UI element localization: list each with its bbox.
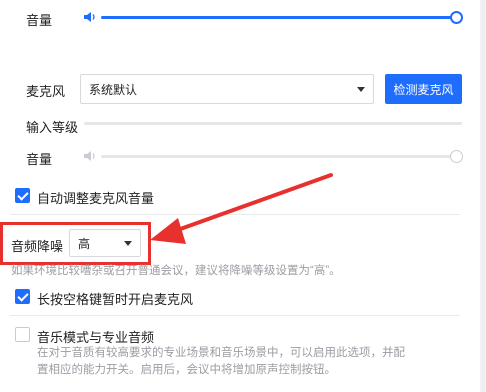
test-microphone-button[interactable]: 检测麦克风 [385,74,462,104]
section-divider [10,315,460,316]
noise-reduction-hint: 如果环境比较嘈杂或召开普通会议，建议将降噪等级设置为“高”。 [11,265,341,277]
microphone-device-value: 系统默认 [89,82,138,97]
push-to-talk-checkbox[interactable] [15,289,30,304]
input-level-label: 输入等级 [26,120,79,135]
microphone-label: 麦克风 [26,84,66,99]
music-mode-label[interactable]: 音乐模式与专业音频 [37,327,154,346]
speaker-volume-label: 音量 [26,13,53,28]
music-mode-description: 在对于音质有较高要求的专业场景和音乐场景中，可以启用此选项，并配置相应的能力开关… [37,347,405,376]
microphone-volume-knob[interactable] [450,150,463,163]
speaker-volume-knob[interactable] [450,11,463,24]
section-divider [10,214,460,215]
scrollbar[interactable] [480,0,486,392]
music-mode-checkbox[interactable] [15,327,30,342]
microphone-volume-label: 音量 [26,152,53,167]
auto-adjust-label[interactable]: 自动调整麦克风音量 [37,188,154,207]
scrollbar-thumb[interactable] [481,0,485,392]
auto-adjust-checkbox[interactable] [15,188,30,203]
speaker-volume-track[interactable] [101,16,456,19]
speaker-icon [83,11,97,23]
chevron-down-icon [357,87,365,92]
microphone-volume-track[interactable] [101,155,456,158]
speaker-icon [83,150,97,162]
input-level-meter [84,122,462,125]
push-to-talk-label[interactable]: 长按空格键暂时开启麦克风 [37,289,193,308]
highlight-box [0,222,151,265]
microphone-device-select[interactable]: 系统默认 [80,74,374,104]
